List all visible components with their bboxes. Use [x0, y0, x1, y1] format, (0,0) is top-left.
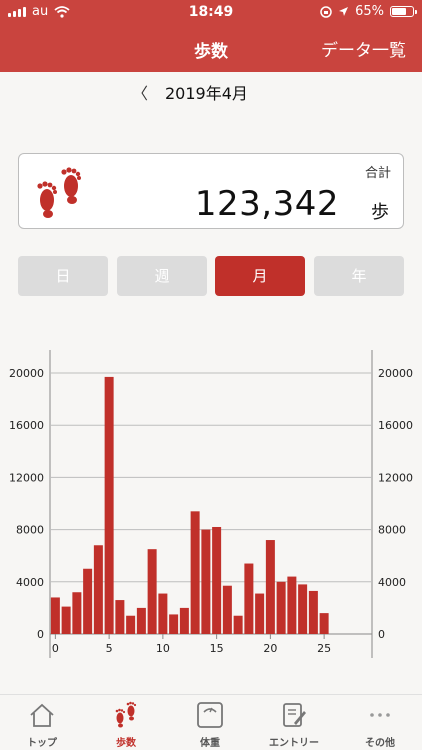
y-tick-label-left: 4000	[16, 576, 44, 589]
tab-label-entry: エントリー	[269, 738, 319, 749]
bar	[233, 615, 243, 634]
x-tick-label: 20	[263, 642, 277, 655]
battery-icon	[390, 6, 417, 17]
bar	[115, 600, 125, 634]
bar	[190, 511, 200, 634]
location-icon	[339, 7, 349, 16]
y-tick-label-left: 0	[37, 628, 44, 641]
bar	[72, 592, 82, 634]
home-icon	[30, 703, 54, 727]
tab-label-top: トップ	[27, 738, 57, 749]
rotation-lock-icon	[320, 5, 332, 18]
x-tick-label: 15	[210, 642, 224, 655]
bar	[104, 376, 114, 634]
segment-year[interactable]: 年	[314, 256, 404, 296]
y-tick-label-right: 16000	[378, 419, 413, 432]
bar	[255, 593, 265, 634]
bar	[169, 614, 179, 634]
x-tick-label: 10	[156, 642, 170, 655]
battery-percent: 65%	[355, 4, 384, 19]
bar	[147, 549, 157, 634]
bar	[136, 607, 146, 634]
bar	[265, 540, 275, 634]
bar	[319, 613, 329, 634]
previous-month-button[interactable]: 〈	[132, 80, 148, 104]
tab-label-other: その他	[365, 738, 395, 749]
bar	[222, 585, 232, 634]
edit-icon	[283, 703, 306, 727]
data-list-button[interactable]: データ一覧	[321, 36, 406, 61]
y-tick-label-right: 8000	[378, 524, 406, 537]
tab-top[interactable]: トップ	[0, 695, 84, 750]
y-tick-label-left: 16000	[9, 419, 44, 432]
footprints-icon	[115, 701, 137, 728]
bar	[158, 593, 168, 634]
bar	[93, 545, 103, 634]
bar	[308, 590, 318, 634]
total-steps-unit: 歩	[371, 202, 389, 223]
tab-bar: トップ 歩数 体重 エントリー その他	[0, 694, 422, 750]
total-steps-card: 合計 123,342 歩	[18, 153, 404, 229]
scale-icon	[197, 702, 223, 728]
bar	[83, 568, 93, 634]
month-label: 2019年4月	[165, 84, 248, 103]
segment-week[interactable]: 週	[117, 256, 207, 296]
bar	[287, 576, 297, 634]
steps-bar-chart: 0 04000 40008000 800012000 1200016000 1600020…	[9, 350, 413, 658]
y-tick-label-right: 0	[378, 628, 385, 641]
segment-day[interactable]: 日	[18, 256, 108, 296]
bar	[179, 607, 189, 634]
tab-steps[interactable]: 歩数	[84, 695, 168, 750]
bar	[298, 584, 308, 634]
month-selector: 〈 2019年4月	[0, 80, 422, 104]
total-caption: 合計	[364, 166, 391, 181]
footprints-icon	[37, 167, 81, 218]
tab-entry[interactable]: エントリー	[252, 695, 336, 750]
y-tick-label-right: 20000	[378, 367, 413, 380]
tab-label-weight: 体重	[200, 738, 220, 749]
x-tick-label: 5	[106, 642, 113, 655]
bar	[212, 526, 222, 634]
y-tick-label-left: 12000	[9, 471, 44, 484]
more-icon	[370, 713, 390, 717]
y-tick-label-right: 4000	[378, 576, 406, 589]
tab-label-steps: 歩数	[116, 738, 136, 749]
tab-weight[interactable]: 体重	[168, 695, 252, 750]
status-bar: au 18:49 65%	[0, 0, 422, 24]
bar	[201, 529, 211, 634]
bar	[276, 581, 286, 634]
y-tick-label-right: 12000	[378, 471, 413, 484]
tab-other[interactable]: その他	[338, 695, 422, 750]
total-steps-value: 123,342	[194, 184, 339, 224]
x-tick-label: 25	[317, 642, 331, 655]
bar	[126, 615, 136, 634]
y-tick-label-left: 20000	[9, 367, 44, 380]
navigation-bar: 歩数 データ一覧	[0, 24, 422, 72]
bar	[61, 606, 71, 634]
y-tick-label-left: 8000	[16, 524, 44, 537]
bar	[244, 563, 254, 634]
x-tick-label: 0	[52, 642, 59, 655]
bar	[50, 597, 60, 634]
segment-month[interactable]: 月	[215, 256, 305, 296]
